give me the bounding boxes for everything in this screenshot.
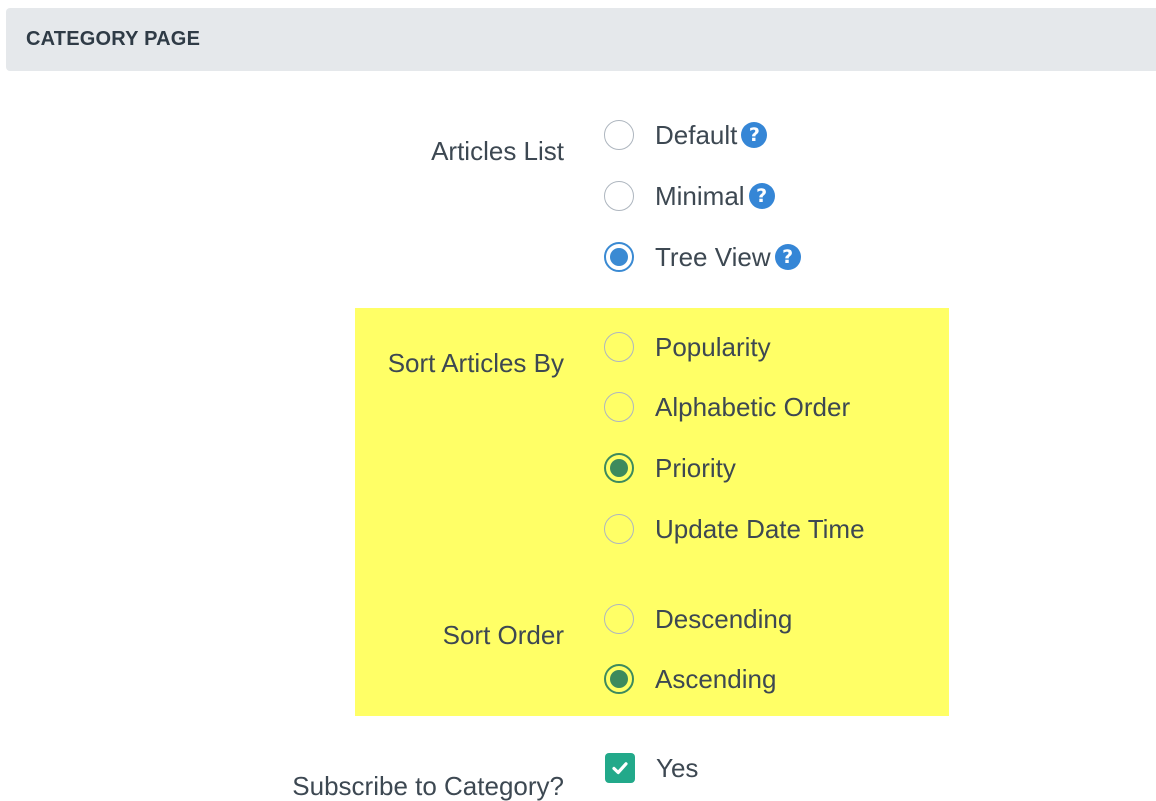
checkmark-icon [612, 762, 628, 775]
subscribe-checkbox-label: Yes [656, 753, 699, 783]
radio-ascending[interactable] [604, 664, 634, 694]
sort-articles-by-label: Sort Articles By [387, 348, 564, 378]
option-label: Tree View [655, 241, 771, 272]
radio-popularity[interactable] [604, 332, 634, 362]
option-label: Default [655, 119, 738, 150]
radio-minimal[interactable] [604, 181, 634, 211]
help-icon[interactable]: ? [774, 244, 801, 270]
help-icon[interactable]: ? [748, 183, 775, 209]
sort-order-option-descending[interactable]: Descending [604, 602, 792, 636]
articles-list-option-minimal[interactable]: Minimal ? [604, 179, 775, 213]
radio-priority[interactable] [604, 453, 634, 483]
section-title: CATEGORY PAGE [26, 28, 201, 50]
articles-list-label: Articles List [431, 136, 564, 166]
sort-by-option-popularity[interactable]: Popularity [604, 330, 771, 364]
radio-tree-view[interactable] [604, 242, 634, 272]
articles-list-option-tree-view[interactable]: Tree View ? [604, 240, 801, 274]
subscribe-checkbox[interactable] [605, 753, 635, 783]
section-header: CATEGORY PAGE [6, 8, 1156, 71]
sort-by-option-update-date-time[interactable]: Update Date Time [604, 512, 865, 546]
option-label: Priority [655, 452, 736, 483]
radio-default[interactable] [604, 120, 634, 150]
option-label: Alphabetic Order [655, 391, 851, 422]
option-label: Descending [655, 603, 793, 634]
option-label: Update Date Time [655, 513, 865, 544]
radio-update-date-time[interactable] [604, 514, 634, 544]
option-label: Minimal [655, 180, 745, 211]
radio-alphabetic-order[interactable] [604, 392, 634, 422]
sort-order-label: Sort Order [442, 620, 564, 650]
sort-by-option-priority[interactable]: Priority [604, 451, 736, 485]
category-page-settings: CATEGORY PAGE Articles List Default ? Mi… [0, 0, 1156, 801]
articles-list-option-default[interactable]: Default ? [604, 118, 768, 152]
sort-by-option-alphabetic[interactable]: Alphabetic Order [604, 390, 850, 424]
sort-order-option-ascending[interactable]: Ascending [604, 662, 776, 696]
subscribe-label: Subscribe to Category? [292, 771, 564, 801]
option-label: Popularity [655, 331, 771, 362]
option-label: Ascending [655, 663, 777, 694]
radio-descending[interactable] [604, 604, 634, 634]
help-icon[interactable]: ? [741, 122, 768, 148]
